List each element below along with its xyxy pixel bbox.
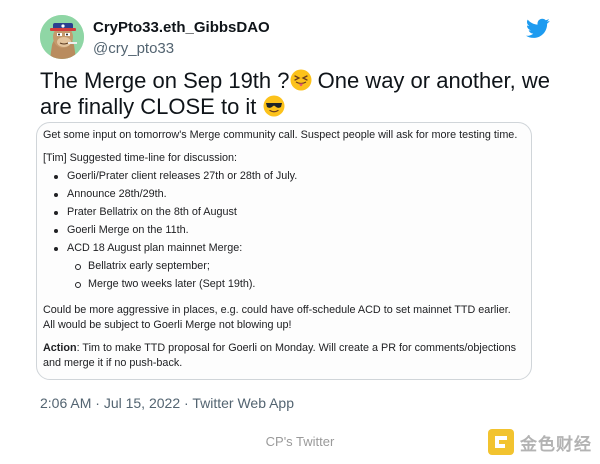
- doc-action-label: Action: [43, 342, 77, 354]
- tweet-source: Twitter Web App: [192, 395, 295, 411]
- jinse-logo-icon: [488, 429, 514, 455]
- watermark-text: 金色财经: [520, 434, 592, 454]
- doc-action-text: : Tim to make TTD proposal for Goerli on…: [43, 342, 517, 369]
- doc-intro: Get some input on tomorrow's Merge commu…: [43, 129, 518, 141]
- list-item: ACD 18 August plan mainnet Merge:: [43, 241, 525, 256]
- meta-separator: ·: [180, 395, 193, 411]
- list-item: Merge two weeks later (Sept 19th).: [43, 277, 525, 292]
- list-item: Bellatrix early september;: [43, 259, 525, 274]
- list-item: Announce 28th/29th.: [43, 187, 525, 202]
- watermark: 金色财经: [486, 427, 592, 457]
- squinting-tongue-emoji-icon: [290, 69, 311, 91]
- doc-sub-bullet-list: Bellatrix early september; Merge two wee…: [43, 259, 525, 292]
- tweet-text: The Merge on Sep 19th ? One way or anoth…: [40, 68, 560, 120]
- doc-bullet-list: Goerli/Prater client releases 27th or 28…: [43, 169, 525, 256]
- handle[interactable]: @cry_pto33: [93, 40, 270, 58]
- tweet-card: CryPto33.eth_GibbsDAO @cry_pto33 The Mer…: [0, 0, 600, 464]
- document-screenshot: Get some input on tomorrow's Merge commu…: [43, 128, 525, 371]
- twitter-bird-icon[interactable]: [526, 16, 550, 40]
- sunglasses-emoji-icon: [263, 95, 285, 117]
- tweet-time[interactable]: 2:06 AM: [40, 395, 91, 411]
- list-item: Goerli/Prater client releases 27th or 28…: [43, 169, 525, 184]
- doc-timeline-heading: [Tim] Suggested time-line for discussion…: [43, 152, 238, 164]
- tweet-text-part1: The Merge on Sep 19th ?: [40, 68, 290, 93]
- list-item: Prater Bellatrix on the 8th of August: [43, 205, 525, 220]
- tweet-date[interactable]: Jul 15, 2022: [104, 395, 180, 411]
- attached-image[interactable]: Get some input on tomorrow's Merge commu…: [36, 122, 532, 380]
- bored-ape-avatar-icon: [40, 15, 84, 59]
- doc-paragraph: Could be more aggressive in places, e.g.…: [43, 304, 511, 331]
- meta-separator: ·: [91, 395, 104, 411]
- doc-action: Action: Tim to make TTD proposal for Goe…: [43, 341, 525, 371]
- list-item: Goerli Merge on the 11th.: [43, 223, 525, 238]
- author-block: CryPto33.eth_GibbsDAO @cry_pto33: [93, 19, 270, 58]
- tweet-meta: 2:06 AM · Jul 15, 2022 · Twitter Web App: [40, 395, 294, 411]
- avatar[interactable]: [40, 15, 84, 59]
- display-name[interactable]: CryPto33.eth_GibbsDAO: [93, 19, 270, 37]
